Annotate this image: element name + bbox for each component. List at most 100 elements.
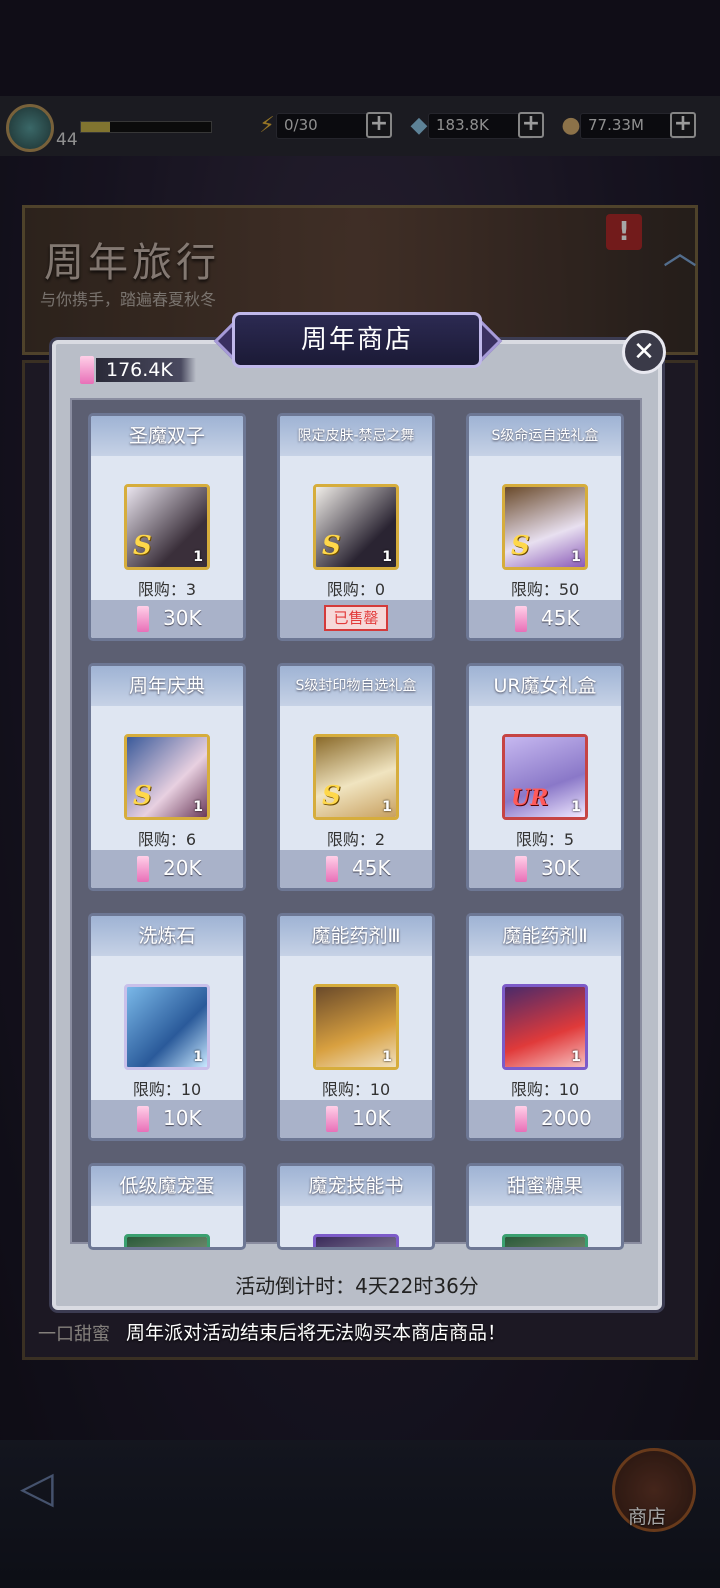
shop-item-card[interactable]: 低级魔宠蛋	[88, 1163, 246, 1250]
item-name: 魔能药剂Ⅱ	[502, 925, 588, 947]
item-art	[505, 1237, 585, 1247]
item-name: 魔宠技能书	[308, 1175, 404, 1197]
purchase-limit: 限购：0	[326, 580, 386, 599]
buy-button[interactable]: 2000	[469, 1100, 621, 1138]
purchase-limit: 限购：10	[132, 1080, 202, 1099]
item-icon[interactable]: S1	[124, 734, 210, 820]
anniversary-token-icon	[326, 856, 338, 882]
shop-item-card[interactable]: 甜蜜糖果	[466, 1163, 624, 1250]
card-header: 周年庆典	[91, 666, 243, 706]
item-icon[interactable]	[313, 1234, 399, 1247]
item-quantity: 1	[571, 549, 581, 565]
card-header: S级命运自选礼盒	[469, 416, 621, 456]
shop-item-card[interactable]: UR魔女礼盒 UR 1 限购：5 30K	[466, 663, 624, 891]
shop-item-card[interactable]: 魔宠技能书	[277, 1163, 435, 1250]
rarity-badge: S	[322, 781, 341, 811]
anniversary-token-icon	[137, 1106, 149, 1132]
buy-button[interactable]: 30K	[91, 600, 243, 638]
anniversary-token-icon	[326, 1106, 338, 1132]
buy-button[interactable]: 已售罄	[280, 600, 432, 638]
item-quantity: 1	[571, 799, 581, 815]
buy-button[interactable]: 20K	[91, 850, 243, 888]
item-price: 45K	[352, 856, 391, 880]
item-icon[interactable]	[124, 1234, 210, 1247]
card-header: 甜蜜糖果	[469, 1166, 621, 1206]
item-price: 30K	[163, 606, 202, 630]
item-quantity: 1	[193, 799, 203, 815]
item-icon[interactable]: 1	[313, 984, 399, 1070]
sold-out-stamp: 已售罄	[324, 605, 388, 631]
anniversary-token-icon	[137, 606, 149, 632]
item-price: 30K	[541, 856, 580, 880]
purchase-limit: 限购：6	[137, 830, 197, 849]
shop-item-card[interactable]: 周年庆典 S 1 限购：6 20K	[88, 663, 246, 891]
item-name: 圣魔双子	[128, 425, 205, 447]
purchase-limit: 限购：50	[510, 580, 580, 599]
shop-title-plaque: 周年商店	[232, 312, 482, 368]
item-name: 周年庆典	[128, 675, 205, 697]
card-header: 魔能药剂Ⅱ	[469, 916, 621, 956]
item-name: 限定皮肤-禁忌之舞	[297, 428, 415, 444]
close-button[interactable]: ✕	[622, 330, 666, 374]
item-quantity: 1	[382, 549, 392, 565]
item-icon[interactable]: S1	[502, 484, 588, 570]
item-name: S级命运自选礼盒	[491, 428, 599, 444]
item-art	[316, 1237, 396, 1247]
anniversary-token-icon	[515, 606, 527, 632]
item-name: UR魔女礼盒	[493, 675, 597, 697]
item-icon[interactable]: S1	[313, 734, 399, 820]
item-icon[interactable]	[502, 1234, 588, 1247]
card-header: 魔能药剂Ⅲ	[280, 916, 432, 956]
item-icon[interactable]: 1	[124, 984, 210, 1070]
anniversary-token-icon	[80, 356, 94, 384]
item-icon[interactable]: S1	[313, 484, 399, 570]
item-icon[interactable]: 1	[502, 984, 588, 1070]
countdown-timer: 活动倒计时：4天22时36分	[235, 1274, 479, 1298]
purchase-limit: 限购：10	[510, 1080, 580, 1099]
item-price: 45K	[541, 606, 580, 630]
purchase-limit: 限购：3	[137, 580, 197, 599]
item-price: 2000	[541, 1106, 592, 1130]
item-icon[interactable]: S1	[124, 484, 210, 570]
rarity-badge: UR	[511, 785, 549, 811]
item-name: 魔能药剂Ⅲ	[311, 925, 401, 947]
buy-button[interactable]: 30K	[469, 850, 621, 888]
shop-title: 周年商店	[300, 325, 413, 355]
shop-item-card[interactable]: 圣魔双子 S 1 限购：3 30K	[88, 413, 246, 641]
shop-item-card[interactable]: 魔能药剂Ⅲ 1 限购：10 10K	[277, 913, 435, 1141]
buy-button[interactable]: 45K	[469, 600, 621, 638]
anniversary-token-icon	[515, 856, 527, 882]
card-header: 低级魔宠蛋	[91, 1166, 243, 1206]
anniversary-token-icon	[515, 1106, 527, 1132]
shop-item-card[interactable]: S级命运自选礼盒 S 1 限购：50 45K	[466, 413, 624, 641]
buy-button[interactable]: 10K	[280, 1100, 432, 1138]
rarity-badge: S	[511, 531, 530, 561]
rarity-badge: S	[133, 781, 152, 811]
card-header: 圣魔双子	[91, 416, 243, 456]
currency-value: 176.4K	[106, 359, 173, 381]
item-quantity: 1	[571, 1049, 581, 1065]
rarity-badge: S	[322, 531, 341, 561]
shop-item-card[interactable]: 洗炼石 1 限购：10 10K	[88, 913, 246, 1141]
card-header: S级封印物自选礼盒	[280, 666, 432, 706]
item-name: 甜蜜糖果	[506, 1175, 583, 1197]
shop-item-card[interactable]: 魔能药剂Ⅱ 1 限购：10 2000	[466, 913, 624, 1141]
item-price: 20K	[163, 856, 202, 880]
purchase-limit: 限购：5	[515, 830, 575, 849]
item-name: 洗炼石	[138, 925, 196, 947]
item-name: 低级魔宠蛋	[119, 1175, 215, 1197]
card-header: 洗炼石	[91, 916, 243, 956]
shop-item-card[interactable]: S级封印物自选礼盒 S 1 限购：2 45K	[277, 663, 435, 891]
item-quantity: 1	[193, 549, 203, 565]
card-header: 限定皮肤-禁忌之舞	[280, 416, 432, 456]
buy-button[interactable]: 45K	[280, 850, 432, 888]
item-name: S级封印物自选礼盒	[295, 678, 417, 694]
shop-item-card[interactable]: 限定皮肤-禁忌之舞 S 1 限购：0 已售罄	[277, 413, 435, 641]
anniversary-token-icon	[137, 856, 149, 882]
item-quantity: 1	[193, 1049, 203, 1065]
card-header: UR魔女礼盒	[469, 666, 621, 706]
item-price: 10K	[163, 1106, 202, 1130]
item-quantity: 1	[382, 1049, 392, 1065]
buy-button[interactable]: 10K	[91, 1100, 243, 1138]
item-icon[interactable]: UR 1	[502, 734, 588, 820]
